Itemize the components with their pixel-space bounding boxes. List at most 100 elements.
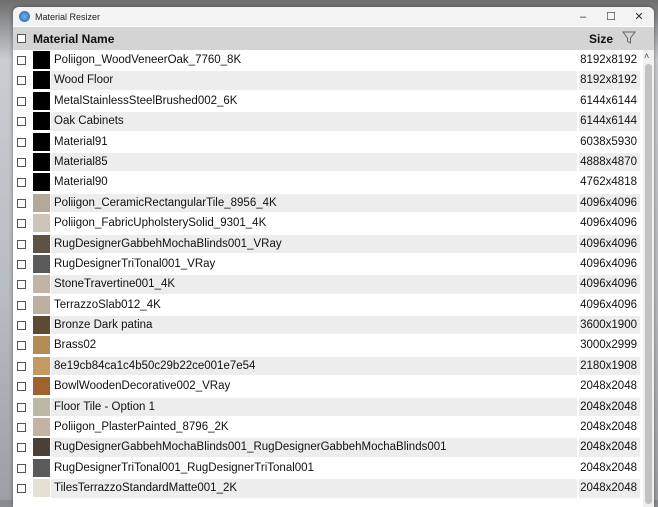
- material-thumbnail: [33, 112, 50, 131]
- material-name: Floor Tile - Option 1: [51, 397, 577, 417]
- material-row[interactable]: RugDesignerGabbehMochaBlinds001_RugDesig…: [13, 437, 643, 457]
- material-row[interactable]: Material85 4888x4870: [13, 152, 643, 172]
- material-name: StoneTravertine001_4K: [51, 275, 577, 294]
- material-row[interactable]: RugDesignerTriTonal001_VRay 4096x4096: [13, 254, 643, 274]
- row-checkbox[interactable]: [17, 198, 26, 208]
- material-name: Brass02: [54, 339, 97, 352]
- close-button[interactable]: ✕: [625, 7, 653, 26]
- material-row[interactable]: RugDesignerGabbehMochaBlinds001_VRay 409…: [13, 234, 643, 254]
- material-row[interactable]: Material91 6038x5930: [13, 132, 643, 152]
- row-checkbox[interactable]: [17, 219, 26, 229]
- material-row[interactable]: MetalStainlessSteelBrushed002_6K 6144x61…: [13, 91, 643, 111]
- material-thumbnail: [33, 438, 50, 457]
- row-checkbox[interactable]: [17, 117, 26, 127]
- maximize-button[interactable]: ☐: [597, 7, 625, 26]
- material-row[interactable]: RugDesignerTriTonal001_RugDesignerTriTon…: [13, 458, 643, 478]
- material-row[interactable]: BowlWoodenDecorative002_VRay 2048x2048: [13, 376, 643, 396]
- material-size: 4096x4096: [580, 298, 637, 311]
- material-thumbnail: [33, 295, 50, 314]
- material-row[interactable]: Material90 4762x4818: [13, 172, 643, 192]
- vertical-scrollbar[interactable]: ˄: [643, 50, 654, 507]
- scrollbar-thumb[interactable]: [645, 64, 652, 504]
- material-name: Oak Cabinets: [51, 112, 577, 131]
- row-checkbox[interactable]: [17, 56, 26, 65]
- material-row[interactable]: Oak Cabinets 6144x6144: [13, 111, 643, 131]
- material-row[interactable]: Floor Tile - Option 1 2048x2048: [13, 397, 643, 417]
- row-checkbox[interactable]: [17, 321, 26, 331]
- material-row[interactable]: Poliigon_WoodVeneerOak_7760_8K 8192x8192: [13, 50, 643, 70]
- material-name: Material91: [54, 135, 108, 148]
- select-all-checkbox[interactable]: [17, 34, 26, 43]
- material-size: 2048x2048: [580, 461, 637, 474]
- material-thumbnail: [33, 214, 50, 233]
- material-name: Material90: [54, 176, 108, 189]
- material-size: 8192x8192: [579, 71, 640, 90]
- row-checkbox[interactable]: [17, 259, 26, 269]
- material-row[interactable]: 8e19cb84ca1c4b50c29b22ce001e7e54 2180x19…: [13, 356, 643, 376]
- column-header-size[interactable]: Size: [589, 32, 613, 46]
- minimize-button[interactable]: –: [569, 7, 597, 26]
- material-thumbnail: [33, 397, 50, 416]
- row-checkbox[interactable]: [17, 300, 26, 310]
- row-checkbox[interactable]: [17, 280, 26, 290]
- material-name: RugDesignerGabbehMochaBlinds001_VRay: [51, 234, 577, 253]
- scroll-up-arrow-icon[interactable]: ˄: [644, 51, 649, 61]
- material-size: 3000x2999: [580, 339, 637, 352]
- row-checkbox[interactable]: [17, 484, 26, 494]
- material-size: 6144x6144: [579, 112, 640, 131]
- material-size: 3600x1900: [579, 316, 640, 335]
- material-size: 2048x2048: [580, 380, 637, 393]
- row-checkbox[interactable]: [17, 361, 26, 371]
- row-checkbox[interactable]: [17, 76, 26, 86]
- row-checkbox[interactable]: [17, 443, 26, 453]
- material-thumbnail: [33, 418, 50, 437]
- material-thumbnail: [33, 152, 50, 171]
- material-name: BowlWoodenDecorative002_VRay: [54, 380, 231, 393]
- row-checkbox[interactable]: [17, 341, 26, 351]
- material-list: Poliigon_WoodVeneerOak_7760_8K 8192x8192…: [13, 50, 643, 499]
- material-thumbnail: [33, 336, 50, 355]
- material-thumbnail: [33, 377, 50, 396]
- material-row[interactable]: Wood Floor 8192x8192: [13, 70, 643, 90]
- material-thumbnail: [33, 479, 50, 498]
- column-header-name[interactable]: Material Name: [33, 32, 114, 46]
- table-header: Material Name Size: [13, 27, 654, 50]
- row-checkbox[interactable]: [17, 402, 26, 412]
- material-name: RugDesignerTriTonal001_RugDesignerTriTon…: [54, 461, 314, 474]
- material-thumbnail: [33, 173, 50, 192]
- material-row[interactable]: Bronze Dark patina 3600x1900: [13, 315, 643, 335]
- row-checkbox[interactable]: [17, 382, 26, 392]
- material-size: 4762x4818: [580, 176, 637, 189]
- row-checkbox[interactable]: [17, 137, 26, 147]
- row-checkbox[interactable]: [17, 463, 26, 473]
- material-name: Bronze Dark patina: [51, 316, 577, 335]
- material-row[interactable]: Poliigon_CeramicRectangularTile_8956_4K …: [13, 193, 643, 213]
- material-size: 6038x5930: [580, 135, 637, 148]
- material-row[interactable]: Brass02 3000x2999: [13, 335, 643, 355]
- material-size: 8192x8192: [580, 54, 637, 66]
- material-name: Poliigon_FabricUpholsterySolid_9301_4K: [54, 217, 267, 230]
- material-thumbnail: [33, 51, 50, 69]
- material-size: 4888x4870: [579, 152, 640, 172]
- material-thumbnail: [33, 458, 50, 477]
- row-checkbox[interactable]: [17, 157, 26, 167]
- material-row[interactable]: Poliigon_PlasterPainted_8796_2K 2048x204…: [13, 417, 643, 437]
- material-thumbnail: [33, 254, 50, 273]
- row-checkbox[interactable]: [17, 96, 26, 106]
- material-row[interactable]: TilesTerrazzoStandardMatte001_2K 2048x20…: [13, 478, 643, 498]
- material-thumbnail: [33, 71, 50, 90]
- material-size: 2048x2048: [580, 421, 637, 434]
- filter-icon[interactable]: [622, 30, 636, 48]
- material-row[interactable]: StoneTravertine001_4K 4096x4096: [13, 274, 643, 294]
- row-checkbox[interactable]: [17, 239, 26, 249]
- material-name: TilesTerrazzoStandardMatte001_2K: [51, 479, 577, 498]
- material-size: 4096x4096: [579, 275, 640, 294]
- material-size: 2048x2048: [579, 479, 640, 498]
- material-thumbnail: [33, 132, 50, 151]
- material-size: 4096x4096: [580, 257, 637, 270]
- material-row[interactable]: TerrazzoSlab012_4K 4096x4096: [13, 295, 643, 315]
- row-checkbox[interactable]: [17, 423, 26, 433]
- row-checkbox[interactable]: [17, 178, 26, 188]
- material-row[interactable]: Poliigon_FabricUpholsterySolid_9301_4K 4…: [13, 213, 643, 233]
- material-name: 8e19cb84ca1c4b50c29b22ce001e7e54: [51, 356, 577, 376]
